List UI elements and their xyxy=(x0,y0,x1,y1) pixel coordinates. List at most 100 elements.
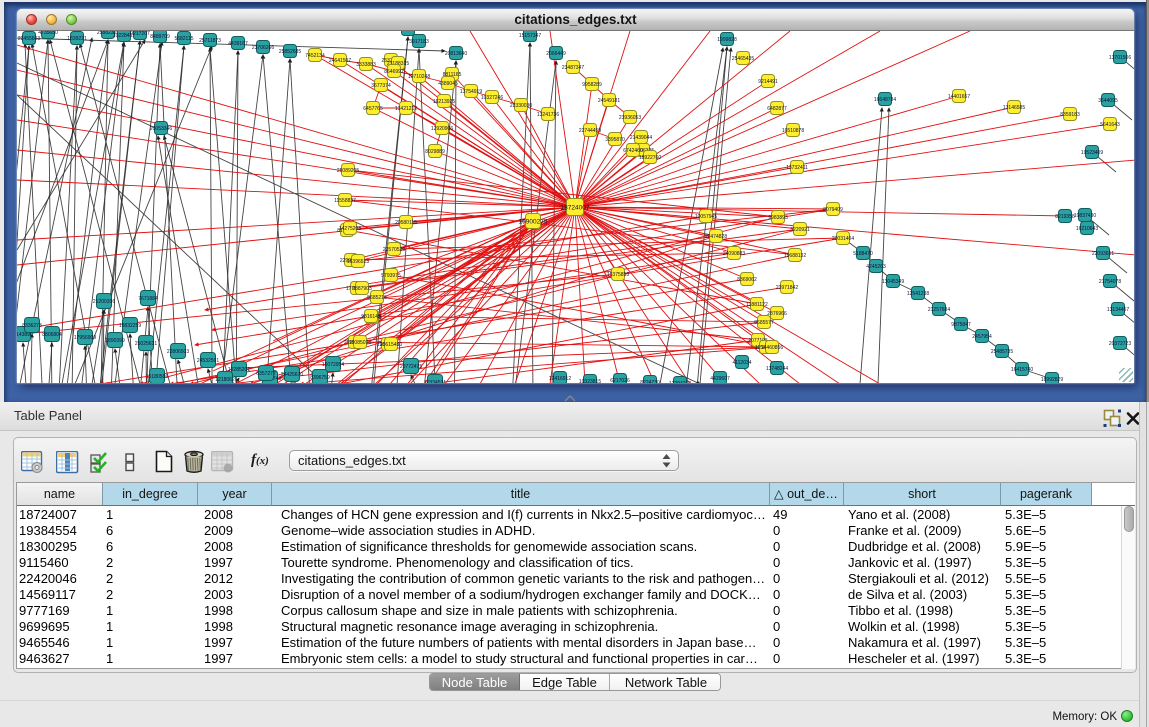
svg-text:5641643: 5641643 xyxy=(1100,122,1120,128)
svg-text:3644095: 3644095 xyxy=(1098,98,1118,104)
svg-text:13146585: 13146585 xyxy=(1003,105,1025,111)
svg-text:1839221: 1839221 xyxy=(67,36,87,42)
svg-text:8646997: 8646997 xyxy=(384,69,404,75)
svg-text:17956909: 17956909 xyxy=(74,335,96,341)
svg-text:7671884: 7671884 xyxy=(138,296,158,302)
svg-text:10323815: 10323815 xyxy=(579,379,601,383)
svg-text:9887903: 9887903 xyxy=(352,286,372,292)
svg-text:14460856: 14460856 xyxy=(761,345,783,351)
svg-text:8369062: 8369062 xyxy=(737,277,757,283)
svg-text:9816145: 9816145 xyxy=(361,314,381,320)
svg-text:24425670: 24425670 xyxy=(281,372,303,378)
svg-text:25025631: 25025631 xyxy=(135,341,157,347)
svg-text:6457765: 6457765 xyxy=(363,106,383,112)
svg-text:25852685: 25852685 xyxy=(279,49,301,55)
svg-text:9217207: 9217207 xyxy=(130,31,150,37)
svg-text:8396759: 8396759 xyxy=(310,375,330,381)
svg-text:16210643: 16210643 xyxy=(1076,226,1098,232)
svg-text:13134457: 13134457 xyxy=(1107,307,1129,313)
svg-text:18992829: 18992829 xyxy=(1041,377,1063,383)
svg-text:4245263: 4245263 xyxy=(866,264,886,270)
svg-text:5793975: 5793975 xyxy=(381,273,401,279)
svg-text:13045349: 13045349 xyxy=(882,279,904,285)
svg-text:20372723: 20372723 xyxy=(1109,341,1131,347)
svg-text:22744459: 22744459 xyxy=(579,128,601,134)
svg-text:20813640: 20813640 xyxy=(445,51,467,57)
svg-text:13241736: 13241736 xyxy=(537,112,559,118)
svg-text:16510878: 16510878 xyxy=(782,128,804,134)
svg-text:16213925: 16213925 xyxy=(433,99,455,105)
svg-text:8029889: 8029889 xyxy=(425,149,445,155)
svg-text:18922760: 18922760 xyxy=(639,155,661,161)
svg-text:18724007: 18724007 xyxy=(561,204,590,211)
svg-text:5685216: 5685216 xyxy=(367,295,387,301)
svg-text:22570529: 22570529 xyxy=(383,247,405,253)
svg-text:10057945: 10057945 xyxy=(695,214,717,220)
svg-text:20615450: 20615450 xyxy=(380,342,402,348)
svg-text:3395870: 3395870 xyxy=(605,137,625,143)
svg-text:19832259: 19832259 xyxy=(119,323,141,329)
svg-text:8079409: 8079409 xyxy=(823,207,843,213)
svg-text:12294238: 12294238 xyxy=(669,381,691,383)
svg-text:6217026: 6217026 xyxy=(610,378,630,383)
svg-text:10327246: 10327246 xyxy=(481,95,503,101)
svg-text:20772475: 20772475 xyxy=(400,364,422,370)
svg-text:3333883: 3333883 xyxy=(356,62,376,68)
svg-text:13701506: 13701506 xyxy=(1109,55,1131,61)
svg-text:8359183: 8359183 xyxy=(1060,112,1080,118)
svg-text:19523409: 19523409 xyxy=(1081,150,1103,156)
svg-text:24549181: 24549181 xyxy=(598,98,620,104)
svg-text:23706266: 23706266 xyxy=(252,45,274,51)
svg-text:19299464: 19299464 xyxy=(397,31,419,33)
svg-text:5682115: 5682115 xyxy=(174,36,193,42)
svg-text:23487347: 23487347 xyxy=(562,65,584,71)
svg-text:10837430: 10837430 xyxy=(1074,213,1096,219)
svg-text:13748244: 13748244 xyxy=(766,366,788,372)
svg-text:19085076: 19085076 xyxy=(349,340,371,346)
svg-text:4389045: 4389045 xyxy=(438,81,458,87)
svg-text:3220921: 3220921 xyxy=(790,227,810,233)
svg-text:20053346: 20053346 xyxy=(150,126,172,132)
svg-text:9983893: 9983893 xyxy=(768,215,788,221)
svg-text:24641507: 24641507 xyxy=(329,58,351,64)
svg-text:16072954: 16072954 xyxy=(322,362,344,368)
svg-text:5188470: 5188470 xyxy=(853,251,873,257)
svg-text:8336273: 8336273 xyxy=(22,323,42,329)
svg-text:25465435: 25465435 xyxy=(732,56,754,62)
svg-text:20031404: 20031404 xyxy=(832,236,854,242)
svg-text:25711873: 25711873 xyxy=(199,38,221,44)
svg-text:9958289: 9958289 xyxy=(582,82,602,88)
svg-text:15375853: 15375853 xyxy=(607,272,629,278)
svg-text:3917183: 3917183 xyxy=(409,39,429,45)
svg-text:25089205: 25089205 xyxy=(337,168,359,174)
svg-text:8685577: 8685577 xyxy=(754,320,774,326)
svg-text:15900275: 15900275 xyxy=(519,218,548,225)
svg-text:2457954: 2457954 xyxy=(972,334,992,340)
svg-text:4439167: 4439167 xyxy=(228,41,248,47)
svg-text:22806503: 22806503 xyxy=(167,349,189,355)
svg-text:11881122: 11881122 xyxy=(746,302,768,308)
svg-text:1890399: 1890399 xyxy=(105,338,125,344)
svg-text:23936053: 23936053 xyxy=(619,115,641,121)
svg-text:21200396: 21200396 xyxy=(93,299,115,305)
svg-text:12416912: 12416912 xyxy=(549,376,571,382)
svg-text:13421212: 13421212 xyxy=(395,106,417,112)
svg-text:8489709: 8489709 xyxy=(150,34,170,40)
svg-text:7452134: 7452134 xyxy=(305,53,325,59)
svg-text:9214491: 9214491 xyxy=(758,79,778,85)
svg-text:25485735: 25485735 xyxy=(991,349,1013,355)
svg-text:22455603: 22455603 xyxy=(18,36,40,42)
svg-text:1999828: 1999828 xyxy=(717,37,737,43)
svg-text:8219358: 8219358 xyxy=(1055,214,1075,220)
svg-text:6742460: 6742460 xyxy=(623,148,643,154)
svg-text:14275203: 14275203 xyxy=(339,226,361,232)
svg-text:3677374: 3677374 xyxy=(371,83,391,89)
svg-text:12920906: 12920906 xyxy=(431,126,453,132)
svg-text:10710248: 10710248 xyxy=(408,74,430,80)
svg-text:8224730: 8224730 xyxy=(640,380,660,383)
svg-text:6357277: 6357277 xyxy=(256,371,276,377)
svg-text:23971842: 23971842 xyxy=(776,285,798,291)
svg-text:10334531: 10334531 xyxy=(424,380,446,383)
svg-text:16648784: 16648784 xyxy=(874,97,896,103)
svg-text:24090883: 24090883 xyxy=(723,251,745,257)
